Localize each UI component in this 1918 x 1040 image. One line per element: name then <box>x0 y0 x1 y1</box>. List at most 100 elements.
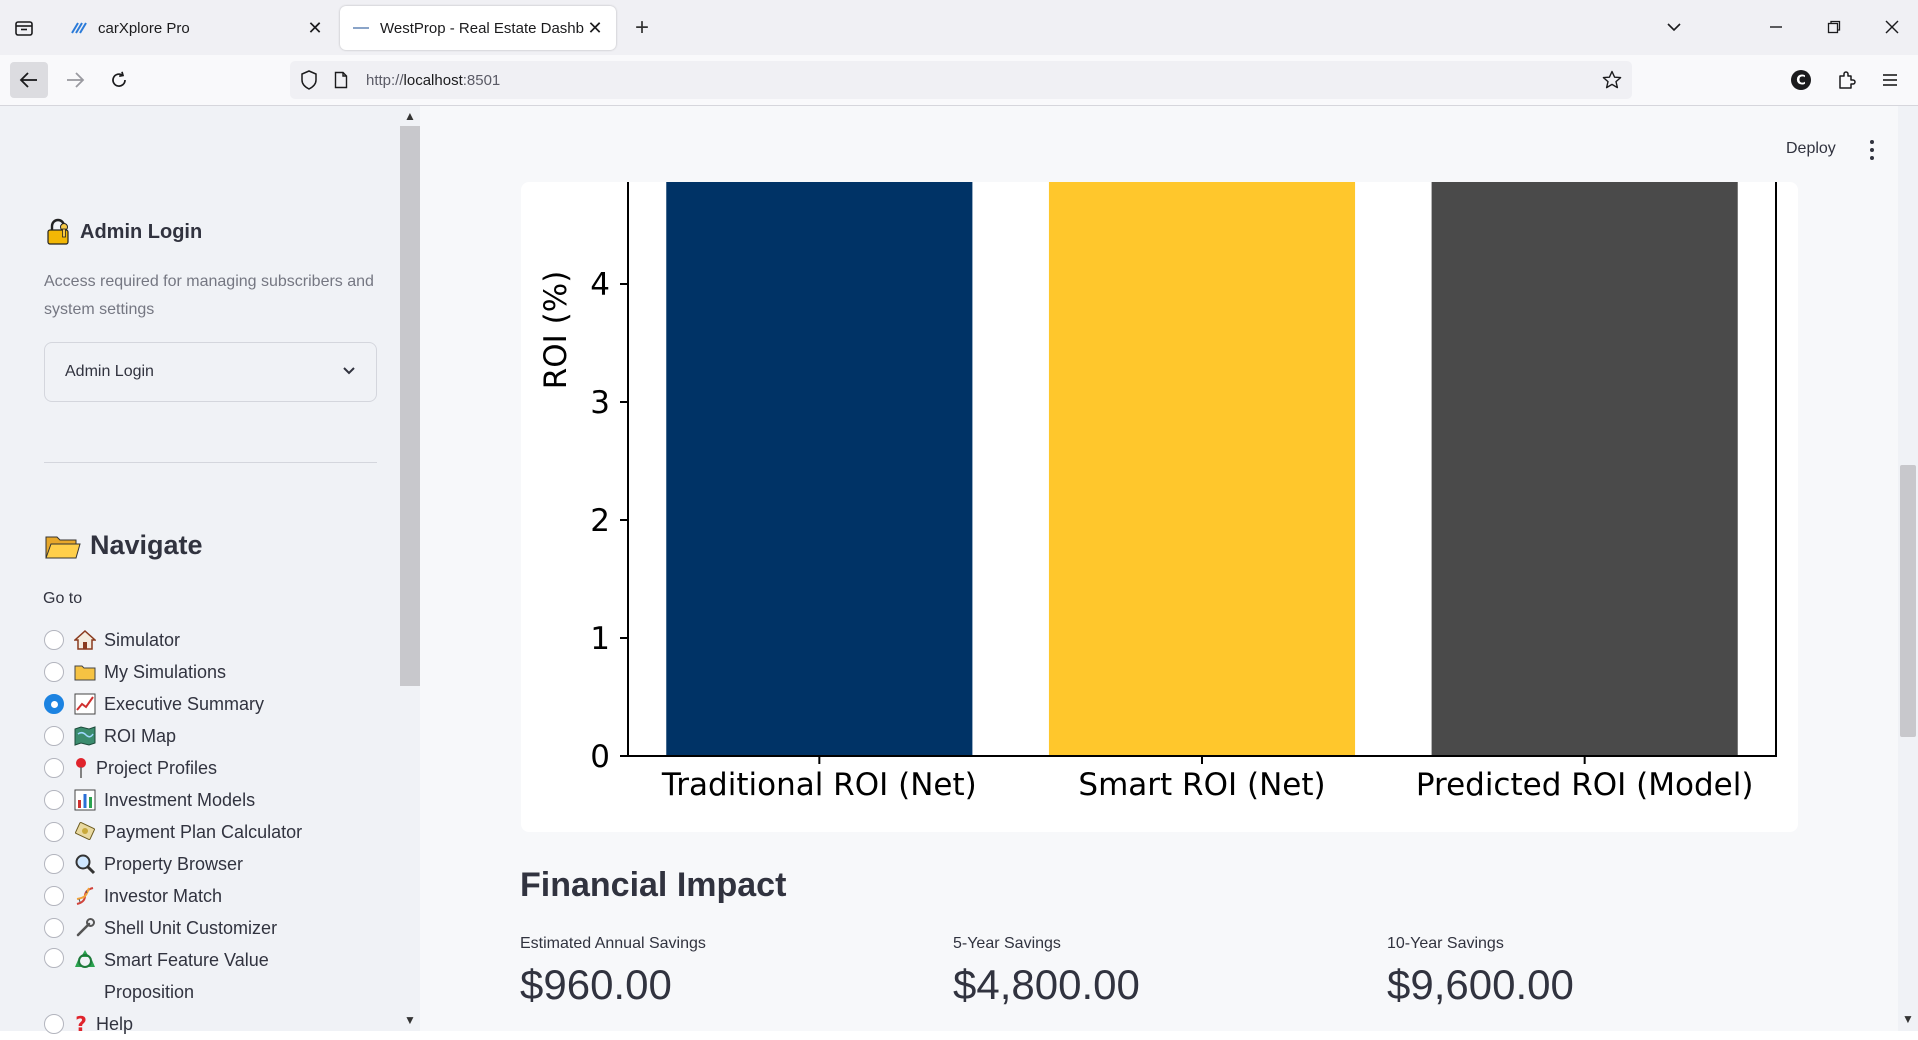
metric-value-5-year-savings: $4,800.00 <box>953 961 1140 1008</box>
chart-up-icon <box>74 693 96 715</box>
nav-item-shell-unit-customizer[interactable]: Shell Unit Customizer <box>44 912 344 944</box>
minimize-button[interactable] <box>1758 12 1794 42</box>
y-tick-label-0: 0 <box>590 739 610 775</box>
minimize-icon <box>1770 26 1782 28</box>
nav-item-investor-match[interactable]: Investor Match <box>44 880 344 912</box>
url-host: localhost <box>403 71 463 89</box>
close-tab-icon[interactable]: ✕ <box>584 17 606 39</box>
pin-icon <box>74 757 88 779</box>
browser-tab-bar: carXplore Pro ✕ WestProp - Real Estate D… <box>0 0 1918 55</box>
tab-westprop[interactable]: WestProp - Real Estate Dashboard ✕ <box>340 6 616 50</box>
nav-item-label: Investor Match <box>104 885 223 906</box>
nav-item-label: Payment Plan Calculator <box>104 821 303 842</box>
financial-impact-heading: Financial Impact <box>520 866 787 904</box>
radio-button[interactable] <box>44 1014 64 1034</box>
svg-text:?: ? <box>75 1014 87 1034</box>
radio-button[interactable] <box>44 630 64 650</box>
admin-login-description: Access required for managing subscribers… <box>44 273 374 318</box>
nav-item-investment-models[interactable]: Investment Models <box>44 784 344 816</box>
address-bar[interactable]: http://localhost:8501 <box>290 61 1632 99</box>
admin-login-select-value: Admin Login <box>65 363 154 380</box>
back-arrow-icon <box>19 72 37 88</box>
recycle-icon <box>74 948 96 970</box>
account-button[interactable]: C <box>1782 62 1820 98</box>
reload-button[interactable] <box>100 62 138 98</box>
bookmark-star-icon[interactable] <box>1602 70 1622 95</box>
nav-item-payment-plan-calculator[interactable]: Payment Plan Calculator <box>44 816 344 848</box>
radio-button[interactable] <box>44 726 64 746</box>
goto-label: Go to <box>43 590 83 607</box>
page-info-icon[interactable] <box>334 71 348 94</box>
nav-item-label: Help <box>96 1013 134 1034</box>
radio-button[interactable] <box>44 886 64 906</box>
sidebar-scrollbar-thumb[interactable] <box>400 126 420 686</box>
admin-login-select[interactable]: Admin Login <box>44 342 377 402</box>
radio-button[interactable] <box>44 948 64 968</box>
question-icon: ? <box>74 1013 88 1035</box>
main-scroll-down-arrow-icon[interactable]: ▼ <box>1900 1010 1916 1028</box>
nav-item-label: Smart Feature Value Proposition <box>104 950 269 1002</box>
account-c-icon: C <box>1791 70 1811 90</box>
close-window-button[interactable] <box>1874 12 1910 42</box>
metric-value-10-year-savings: $9,600.00 <box>1387 961 1574 1008</box>
money-icon <box>74 821 96 843</box>
dna-icon <box>74 885 96 907</box>
radio-button[interactable] <box>44 790 64 810</box>
metric-label-5-year-savings: 5-Year Savings <box>953 935 1061 952</box>
puzzle-icon <box>1839 71 1856 89</box>
house-icon <box>74 629 96 651</box>
svg-text:C: C <box>1796 74 1806 89</box>
nav-item-label: My Simulations <box>104 661 227 682</box>
nav-item-simulator[interactable]: Simulator <box>44 624 344 656</box>
sidebar-divider <box>44 462 377 463</box>
radio-button[interactable] <box>44 918 64 938</box>
main-scrollbar-thumb[interactable] <box>1900 465 1916 737</box>
nav-item-help[interactable]: ? Help <box>44 1008 344 1040</box>
new-tab-button[interactable]: + <box>628 14 656 42</box>
extensions-button[interactable] <box>1827 62 1865 98</box>
scroll-down-arrow-icon[interactable]: ▼ <box>400 1010 420 1030</box>
x-tick-label-1: Traditional ROI (Net) <box>661 767 977 803</box>
nav-item-smart-feature-value-proposition[interactable]: Smart Feature Value Proposition <box>44 944 344 1008</box>
forward-arrow-icon <box>67 72 85 88</box>
scroll-up-arrow-icon[interactable]: ▲ <box>400 106 420 126</box>
westprop-favicon-icon <box>352 19 370 37</box>
close-window-icon <box>1885 20 1899 34</box>
shield-icon[interactable] <box>300 70 318 95</box>
radio-button[interactable] <box>44 822 64 842</box>
bar-1 <box>666 182 973 756</box>
radio-button-selected[interactable] <box>44 694 64 714</box>
radio-button[interactable] <box>44 854 64 874</box>
navigation-radio-group: Simulator My Simulations Executive Summa… <box>44 624 344 1040</box>
y-tick-label-4: 4 <box>590 267 610 303</box>
open-folder-icon <box>44 531 82 561</box>
nav-item-executive-summary[interactable]: Executive Summary <box>44 688 344 720</box>
radio-button[interactable] <box>44 758 64 778</box>
deploy-button[interactable]: Deploy <box>1786 140 1836 158</box>
tab-carxplore[interactable]: carXplore Pro ✕ <box>58 6 336 50</box>
nav-item-label: Executive Summary <box>104 693 265 714</box>
nav-item-label: Investment Models <box>104 789 256 810</box>
radio-button[interactable] <box>44 662 64 682</box>
back-button[interactable] <box>10 62 48 98</box>
nav-item-property-browser[interactable]: Property Browser <box>44 848 344 880</box>
restore-button[interactable] <box>1816 12 1852 42</box>
tab-list-button[interactable] <box>10 14 38 42</box>
nav-item-roi-map[interactable]: ROI Map <box>44 720 344 752</box>
main-menu-kebab-icon[interactable] <box>1862 138 1882 162</box>
navigate-heading: Navigate <box>44 530 203 561</box>
close-tab-icon[interactable]: ✕ <box>304 17 326 39</box>
wrench-icon <box>74 917 96 939</box>
metric-label-annual-savings: Estimated Annual Savings <box>520 935 706 952</box>
forward-button[interactable] <box>56 62 94 98</box>
folder-icon <box>74 661 96 683</box>
tab-title: WestProp - Real Estate Dashboard <box>380 19 584 37</box>
admin-login-heading: Admin Login <box>44 218 202 246</box>
app-menu-button[interactable] <box>1871 62 1909 98</box>
nav-item-my-simulations[interactable]: My Simulations <box>44 656 344 688</box>
browser-nav-bar: http://localhost:8501 C <box>0 55 1918 106</box>
tab-overflow-chevron-icon[interactable] <box>1656 12 1692 42</box>
lock-key-icon <box>44 218 72 246</box>
nav-item-project-profiles[interactable]: Project Profiles <box>44 752 344 784</box>
metric-label-10-year-savings: 10-Year Savings <box>1387 935 1504 952</box>
